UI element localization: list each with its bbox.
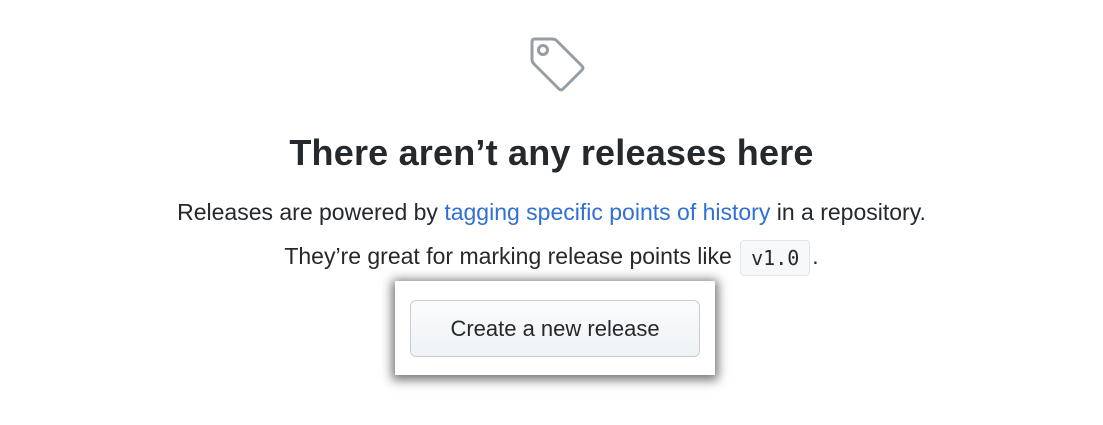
description-text: They’re great for marking release points… bbox=[284, 243, 739, 269]
releases-empty-state: There aren’t any releases here Releases … bbox=[0, 0, 1103, 425]
empty-state-title: There aren’t any releases here bbox=[289, 132, 814, 173]
version-code-sample: v1.0 bbox=[740, 239, 811, 276]
description-text: Releases are powered by bbox=[177, 199, 445, 225]
empty-state-description-line2: They’re great for marking release points… bbox=[0, 239, 1103, 276]
tagging-docs-link[interactable]: tagging specific points of history bbox=[444, 199, 770, 225]
tag-icon bbox=[530, 37, 585, 92]
description-text: in a repository. bbox=[770, 199, 926, 225]
create-new-release-button[interactable]: Create a new release bbox=[410, 300, 700, 357]
description-text: . bbox=[812, 243, 819, 269]
empty-state-description-line1: Releases are powered by tagging specific… bbox=[0, 195, 1103, 229]
